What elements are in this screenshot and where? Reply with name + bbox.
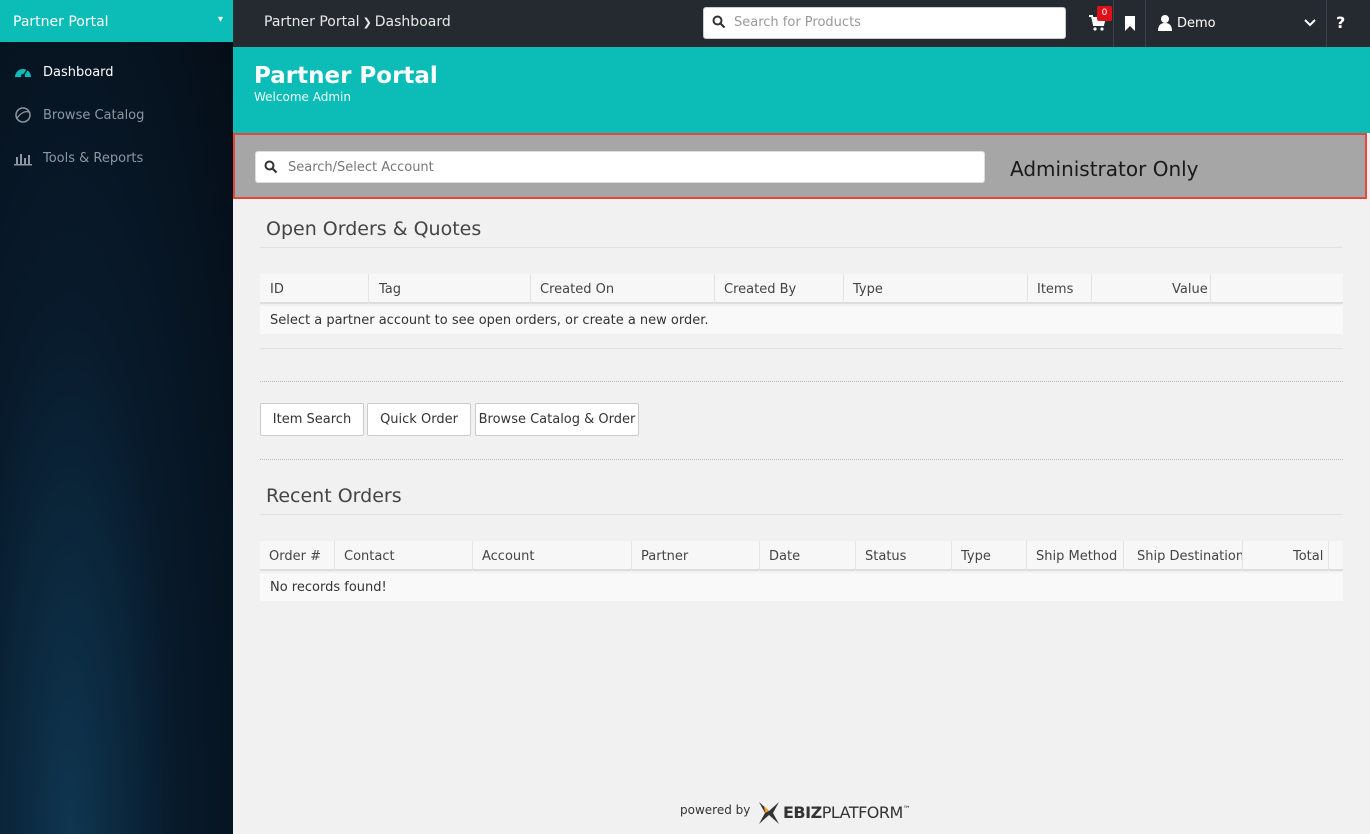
chevron-down-icon[interactable]: [1304, 19, 1316, 27]
sidebar: Partner Portal ▾ Dashboard Browse Catalo…: [0, 0, 233, 834]
empty-message: Select a partner account to see open ord…: [270, 313, 709, 328]
topbar: Partner Portal❯Dashboard 0 Demo ?: [233, 0, 1370, 47]
page-header: Partner Portal Welcome Admin: [233, 47, 1370, 133]
bookmark-icon[interactable]: [1124, 16, 1136, 32]
logo-bold: EBIZ: [783, 803, 822, 822]
account-search-input[interactable]: [286, 159, 966, 176]
column-header[interactable]: Items: [1037, 282, 1073, 297]
column-divider: [1091, 274, 1092, 304]
column-divider: [334, 541, 335, 571]
column-header[interactable]: Created On: [540, 282, 614, 297]
column-divider: [1026, 541, 1027, 571]
column-divider: [530, 274, 531, 304]
empty-message: No records found!: [270, 580, 387, 595]
column-divider: [631, 541, 632, 571]
divider: [260, 514, 1343, 515]
item-search-button[interactable]: Item Search: [260, 403, 364, 436]
column-header[interactable]: Created By: [724, 282, 796, 297]
chevron-right-icon: ❯: [362, 16, 372, 29]
column-divider: [1242, 541, 1243, 571]
column-header[interactable]: Type: [853, 282, 883, 297]
column-divider: [472, 541, 473, 571]
divider: [1326, 0, 1327, 47]
breadcrumb-current: Dashboard: [374, 14, 451, 30]
column-header[interactable]: Ship Method: [1036, 549, 1117, 564]
divider: [260, 348, 1343, 349]
breadcrumb-root[interactable]: Partner Portal: [264, 14, 360, 30]
sidebar-item-label: Browse Catalog: [43, 108, 145, 123]
column-divider: [855, 541, 856, 571]
column-header[interactable]: Tag: [379, 282, 401, 297]
column-header[interactable]: Value: [1172, 282, 1208, 297]
ebiz-logo: EBIZPLATFORM™: [783, 803, 911, 822]
breadcrumb: Partner Portal ❯ Dashboard: [264, 14, 451, 30]
recent-orders-title: Recent Orders: [266, 485, 402, 507]
product-search-input[interactable]: [732, 14, 1052, 31]
column-header[interactable]: Status: [865, 549, 906, 564]
sidebar-item-browse-catalog[interactable]: Browse Catalog: [0, 101, 233, 131]
divider: [260, 381, 1343, 382]
column-divider: [759, 541, 760, 571]
column-header[interactable]: Total: [1293, 549, 1323, 564]
admin-panel: Administrator Only: [233, 133, 1367, 199]
dashboard-icon: [15, 69, 31, 78]
chevron-down-icon: ▾: [217, 14, 223, 25]
table-row: Select a partner account to see open ord…: [260, 306, 1343, 334]
divider: [1113, 0, 1114, 47]
sidebar-item-label: Dashboard: [43, 65, 114, 80]
column-divider: [1210, 274, 1211, 304]
sidebar-item-dashboard[interactable]: Dashboard: [0, 58, 233, 88]
search-icon: [264, 160, 278, 174]
welcome-text: Welcome Admin: [254, 90, 351, 104]
column-header[interactable]: Partner: [641, 549, 688, 564]
page-title: Partner Portal: [254, 63, 438, 89]
column-header[interactable]: Order #: [269, 549, 321, 564]
account-search: [255, 151, 985, 183]
admin-only-label: Administrator Only: [1010, 157, 1199, 181]
open-orders-table-header: ID Tag Created On Created By Type Items …: [260, 274, 1343, 304]
sidebar-item-label: Tools & Reports: [43, 151, 144, 166]
trademark: ™: [902, 804, 911, 814]
column-header[interactable]: Date: [769, 549, 800, 564]
user-menu-name[interactable]: Demo: [1177, 16, 1216, 31]
user-icon: [1158, 15, 1172, 31]
column-header[interactable]: Account: [482, 549, 535, 564]
column-divider: [1123, 541, 1124, 571]
column-divider: [1328, 541, 1329, 571]
column-divider: [714, 274, 715, 304]
globe-icon: [15, 107, 31, 123]
divider: [1145, 0, 1146, 47]
sidebar-item-tools-reports[interactable]: Tools & Reports: [0, 144, 233, 174]
search-icon: [712, 15, 726, 29]
recent-orders-table-header: Order # Contact Account Partner Date Sta…: [260, 541, 1343, 571]
column-divider: [1027, 274, 1028, 304]
help-icon[interactable]: ?: [1336, 13, 1345, 32]
column-divider: [368, 274, 369, 304]
powered-by-text: powered by: [680, 803, 751, 817]
divider: [260, 459, 1343, 460]
product-search: [703, 7, 1066, 39]
column-divider: [843, 274, 844, 304]
ebiz-logo-icon: [759, 802, 779, 824]
brand-dropdown[interactable]: Partner Portal ▾: [0, 0, 233, 42]
cart-count-badge: 0: [1097, 6, 1112, 21]
divider: [260, 247, 1343, 248]
column-header[interactable]: Ship Destination: [1137, 549, 1244, 564]
bar-chart-icon: [14, 154, 32, 166]
open-orders-title: Open Orders & Quotes: [266, 218, 482, 240]
quick-order-button[interactable]: Quick Order: [367, 403, 471, 436]
browse-catalog-order-button[interactable]: Browse Catalog & Order: [475, 403, 639, 436]
brand-label: Partner Portal: [13, 14, 109, 30]
column-header[interactable]: ID: [270, 282, 284, 297]
column-header[interactable]: Contact: [344, 549, 395, 564]
column-header[interactable]: Type: [961, 549, 991, 564]
table-row: No records found!: [260, 573, 1343, 601]
column-divider: [951, 541, 952, 571]
logo-rest: PLATFORM: [821, 803, 904, 822]
